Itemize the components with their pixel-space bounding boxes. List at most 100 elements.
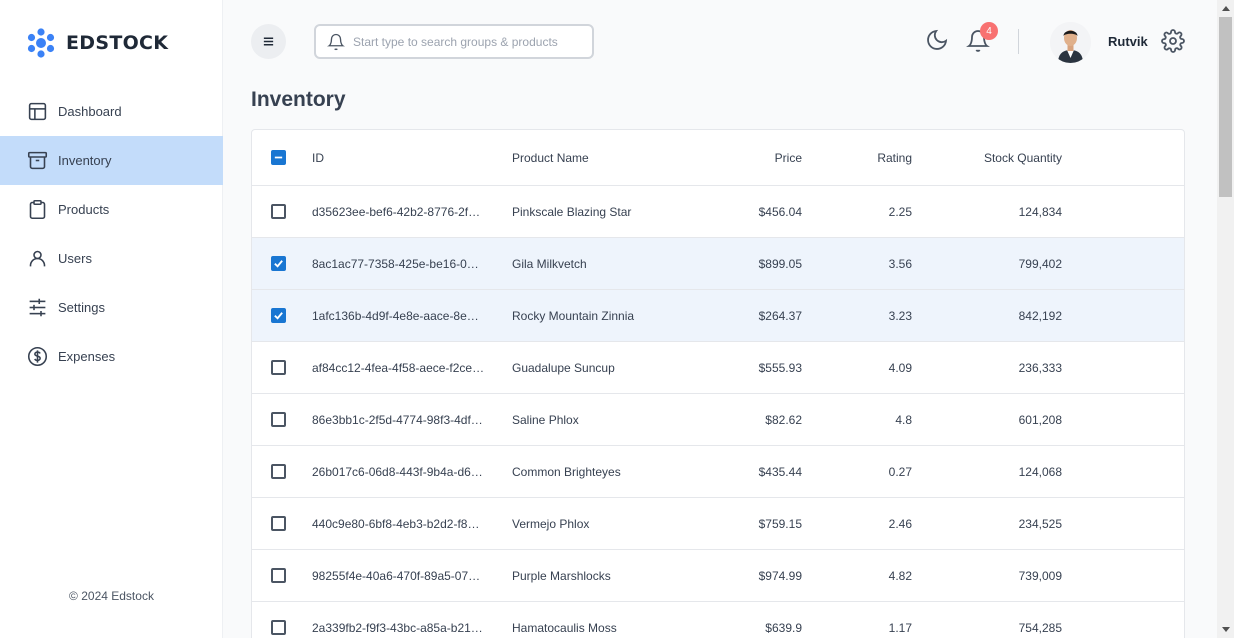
minus-icon	[274, 156, 282, 159]
row-checkbox[interactable]	[270, 308, 286, 323]
cell-rating: 4.82	[888, 568, 912, 583]
sidebar-item-settings[interactable]: Settings	[0, 283, 223, 332]
table-row[interactable]: 440c9e80-6bf8-4eb3-b2d2-f8… Vermejo Phlox…	[252, 498, 1184, 550]
inventory-table: ID Product Name Price Rating Stock Quant…	[251, 129, 1185, 638]
column-header-price[interactable]: Price	[712, 130, 802, 185]
cell-product-name: Pinkscale Blazing Star	[512, 204, 632, 219]
check-icon	[273, 260, 283, 268]
sidebar-item-label: Inventory	[58, 153, 112, 168]
sidebar-item-users[interactable]: Users	[0, 234, 223, 283]
cell-price: $555.93	[758, 360, 802, 375]
cell-price: $264.37	[758, 308, 802, 323]
page-title: Inventory	[251, 88, 346, 111]
check-icon	[273, 312, 283, 320]
cell-price: $639.9	[765, 620, 802, 635]
sidebar: EDSTOCK Dashboard Inventory Products Use…	[0, 0, 223, 638]
cell-price: $456.04	[758, 204, 802, 219]
cell-product-name: Hamatocaulis Moss	[512, 620, 617, 635]
menu-toggle-button[interactable]	[251, 24, 286, 59]
cell-stock-quantity: 124,068	[1018, 464, 1062, 479]
layout-icon	[27, 101, 48, 122]
header-divider	[1018, 29, 1019, 54]
scroll-down-arrow-icon[interactable]	[1217, 621, 1234, 638]
column-header-product-name[interactable]: Product Name	[512, 130, 712, 185]
sidebar-item-label: Products	[58, 202, 110, 217]
copyright-text: © 2024 Edstock	[69, 589, 154, 603]
avatar[interactable]	[1050, 22, 1091, 63]
sidebar-item-label: Settings	[58, 300, 105, 315]
moon-icon[interactable]	[925, 28, 949, 52]
row-checkbox[interactable]	[270, 568, 286, 583]
sidebar-item-label: Dashboard	[58, 104, 122, 119]
column-header-id[interactable]: ID	[312, 130, 492, 185]
gear-icon[interactable]	[1161, 29, 1185, 53]
cell-price: $435.44	[758, 464, 802, 479]
table-row[interactable]: 8ac1ac77-7358-425e-be16-0… Gila Milkvetch…	[252, 238, 1184, 290]
search-input[interactable]	[353, 34, 583, 49]
search-bar[interactable]	[314, 24, 594, 59]
logo-icon	[27, 28, 55, 58]
sidebar-item-products[interactable]: Products	[0, 185, 223, 234]
table-row[interactable]: af84cc12-4fea-4f58-aece-f2ce… Guadalupe S…	[252, 342, 1184, 394]
cell-id: af84cc12-4fea-4f58-aece-f2ce…	[312, 360, 485, 375]
brand-logo[interactable]: EDSTOCK	[26, 28, 168, 58]
table-row[interactable]: 86e3bb1c-2f5d-4774-98f3-4df… Saline Phlox…	[252, 394, 1184, 446]
row-checkbox[interactable]	[270, 516, 286, 531]
row-checkbox[interactable]	[270, 412, 286, 427]
sidebar-item-dashboard[interactable]: Dashboard	[0, 87, 223, 136]
cell-id: 8ac1ac77-7358-425e-be16-0…	[312, 256, 479, 271]
sidebar-item-label: Users	[58, 251, 92, 266]
bell-icon	[327, 33, 345, 50]
row-checkbox[interactable]	[270, 360, 286, 375]
cell-stock-quantity: 739,009	[1018, 568, 1062, 583]
cell-stock-quantity: 124,834	[1018, 204, 1062, 219]
column-header-stock-quantity[interactable]: Stock Quantity	[932, 130, 1062, 185]
cell-stock-quantity: 236,333	[1018, 360, 1062, 375]
cell-id: d35623ee-bef6-42b2-8776-2f…	[312, 204, 481, 219]
cell-price: $759.15	[758, 516, 802, 531]
cell-rating: 2.46	[888, 516, 912, 531]
cell-product-name: Saline Phlox	[512, 412, 579, 427]
row-checkbox[interactable]	[270, 256, 286, 271]
cell-rating: 0.27	[888, 464, 912, 479]
cell-product-name: Guadalupe Suncup	[512, 360, 615, 375]
cell-price: $899.05	[758, 256, 802, 271]
archive-icon	[27, 150, 48, 171]
table-row[interactable]: 98255f4e-40a6-470f-89a5-07… Purple Marshl…	[252, 550, 1184, 602]
user-name[interactable]: Rutvik	[1108, 34, 1148, 49]
scroll-up-arrow-icon[interactable]	[1217, 0, 1234, 17]
cell-rating: 3.23	[888, 308, 912, 323]
table-row[interactable]: 1afc136b-4d9f-4e8e-aace-8e… Rocky Mountai…	[252, 290, 1184, 342]
clipboard-icon	[27, 199, 48, 220]
scrollbar-thumb[interactable]	[1219, 17, 1232, 197]
table-row[interactable]: 2a339fb2-f9f3-43bc-a85a-b21… Hamatocaulis…	[252, 602, 1184, 638]
page-scrollbar[interactable]	[1217, 0, 1234, 638]
cell-product-name: Common Brighteyes	[512, 464, 621, 479]
sidebar-item-expenses[interactable]: Expenses	[0, 332, 223, 381]
cell-id: 26b017c6-06d8-443f-9b4a-d6…	[312, 464, 483, 479]
row-checkbox[interactable]	[270, 620, 286, 635]
dollar-circle-icon	[27, 346, 48, 367]
cell-id: 440c9e80-6bf8-4eb3-b2d2-f8…	[312, 516, 480, 531]
sidebar-item-inventory[interactable]: Inventory	[0, 136, 223, 185]
row-checkbox[interactable]	[270, 204, 286, 219]
sidebar-nav: Dashboard Inventory Products Users Setti…	[0, 87, 223, 381]
cell-id: 86e3bb1c-2f5d-4774-98f3-4df…	[312, 412, 483, 427]
cell-stock-quantity: 754,285	[1018, 620, 1062, 635]
cell-id: 2a339fb2-f9f3-43bc-a85a-b21…	[312, 620, 483, 635]
cell-product-name: Vermejo Phlox	[512, 516, 590, 531]
notification-badge: 4	[980, 22, 998, 40]
row-checkbox[interactable]	[270, 464, 286, 479]
table-row[interactable]: 26b017c6-06d8-443f-9b4a-d6… Common Bright…	[252, 446, 1184, 498]
table-row[interactable]: d35623ee-bef6-42b2-8776-2f… Pinkscale Bla…	[252, 186, 1184, 238]
cell-id: 1afc136b-4d9f-4e8e-aace-8e…	[312, 308, 479, 323]
cell-stock-quantity: 842,192	[1018, 308, 1062, 323]
cell-stock-quantity: 799,402	[1018, 256, 1062, 271]
select-all-checkbox[interactable]	[270, 150, 286, 165]
cell-price: $82.62	[765, 412, 802, 427]
user-icon	[27, 248, 48, 269]
sidebar-item-label: Expenses	[58, 349, 116, 364]
cell-product-name: Gila Milkvetch	[512, 256, 587, 271]
cell-id: 98255f4e-40a6-470f-89a5-07…	[312, 568, 481, 583]
column-header-rating[interactable]: Rating	[822, 130, 912, 185]
